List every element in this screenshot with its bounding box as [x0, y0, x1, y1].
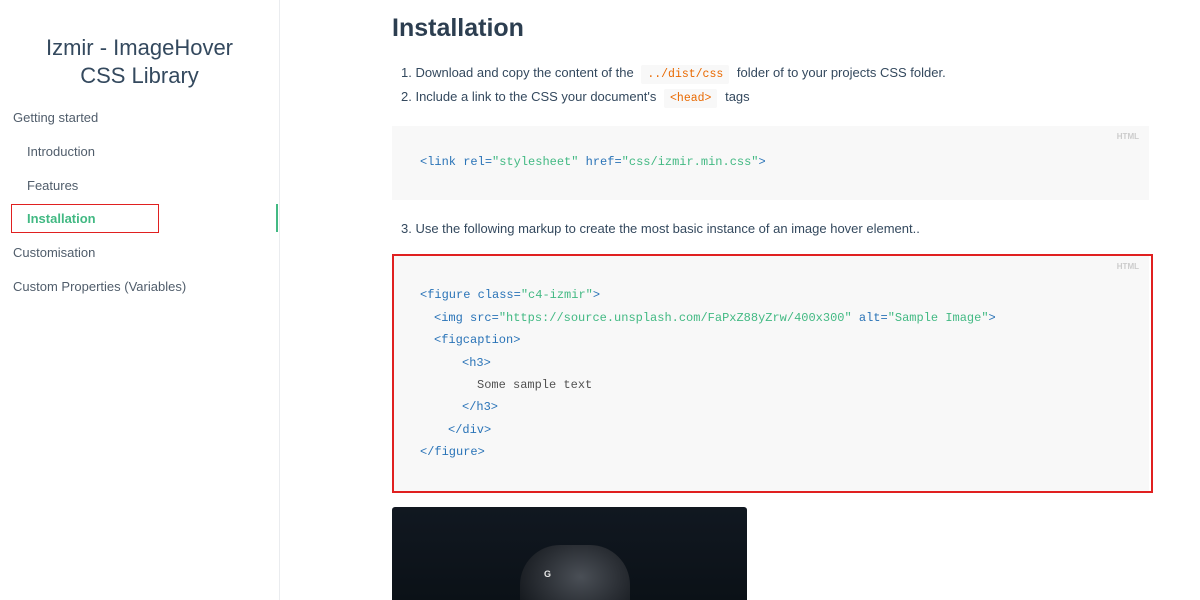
step-3-text: 3. Use the following markup to create th… — [401, 221, 920, 236]
code-tag: > — [758, 155, 766, 169]
code-string: "css/izmir.min.css" — [621, 155, 759, 169]
sidebar-item-getting-started[interactable]: Getting started — [13, 110, 98, 125]
sidebar: Izmir - ImageHover CSS Library Getting s… — [0, 0, 280, 600]
active-item-indicator — [276, 204, 278, 232]
sidebar-item-features[interactable]: Features — [27, 178, 78, 193]
step-2-text: 2. Include a link to the CSS your docume… — [401, 89, 750, 108]
step-1-text: 1. Download and copy the content of the … — [401, 65, 946, 84]
step-2-code: <head> — [664, 89, 718, 108]
step-2-prefix: 2. Include a link to the CSS your docume… — [401, 89, 657, 104]
active-item-highlight — [11, 204, 159, 233]
code-block-link[interactable]: HTML <link rel="stylesheet" href="css/iz… — [392, 126, 1149, 200]
sidebar-item-custom-properties[interactable]: Custom Properties (Variables) — [13, 279, 186, 294]
sidebar-item-customisation[interactable]: Customisation — [13, 245, 95, 260]
step-2-suffix: tags — [725, 89, 750, 104]
step-1-code: ../dist/css — [641, 65, 730, 84]
step-1-suffix: folder of to your projects CSS folder. — [736, 65, 946, 80]
step-1-prefix: 1. Download and copy the content of the — [401, 65, 634, 80]
app-title-line-2: CSS Library — [80, 63, 199, 88]
code-string: "stylesheet" — [492, 155, 579, 169]
sidebar-item-introduction[interactable]: Introduction — [27, 144, 95, 159]
vr-headset-image — [520, 545, 630, 600]
main-content: Installation 1. Download and copy the co… — [280, 0, 1200, 600]
page-title: Installation — [392, 14, 524, 42]
preview-logo: G — [544, 569, 552, 579]
app-title[interactable]: Izmir - ImageHover CSS Library — [0, 34, 279, 90]
preview-image: G — [392, 507, 747, 600]
code-line: <link rel="stylesheet" href="css/izmir.m… — [420, 155, 766, 169]
code-attr: rel= — [463, 155, 493, 169]
code-attr: href= — [585, 155, 622, 169]
code-tag: <link — [420, 155, 457, 169]
code-block-highlight — [392, 254, 1153, 493]
code-lang-label: HTML — [1116, 132, 1139, 141]
app-title-line-1: Izmir - ImageHover — [45, 35, 234, 60]
